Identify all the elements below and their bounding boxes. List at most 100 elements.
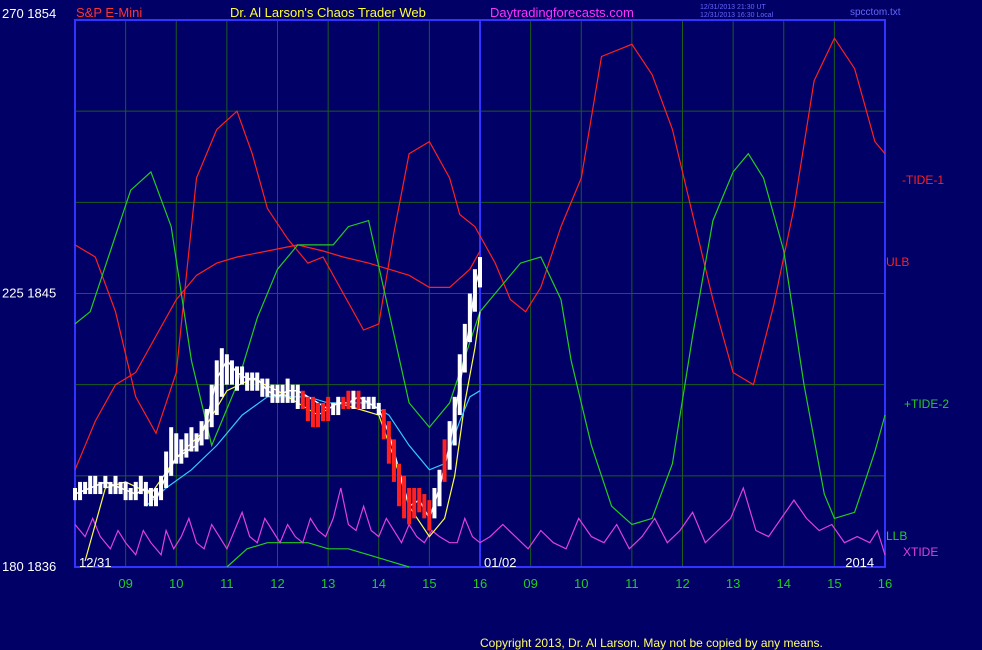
- price-bar: [275, 384, 280, 403]
- timestamp-ut: 12/31/2013 21:30 UT: [700, 4, 766, 11]
- price-bar: [143, 481, 148, 507]
- copyright-notice: Copyright 2013, Dr. Al Larson. May not b…: [480, 636, 823, 650]
- price-bar: [386, 421, 391, 464]
- chart-title: Dr. Al Larson's Chaos Trader Web: [230, 5, 426, 20]
- x-tick-label: 15: [827, 576, 841, 591]
- price-bar: [326, 396, 331, 422]
- price-bar: [184, 433, 189, 458]
- legend-label-llb: LLB: [886, 529, 907, 543]
- y-tick-label: 180 1836: [2, 559, 56, 574]
- x-tick-label: 15: [422, 576, 436, 591]
- price-bar: [169, 427, 174, 476]
- x-tick-label: 09: [118, 576, 132, 591]
- x-tick-label: 16: [473, 576, 487, 591]
- price-bar: [442, 439, 447, 482]
- price-bar: [108, 481, 113, 495]
- price-bar: [300, 390, 305, 409]
- price-bar: [103, 475, 108, 488]
- price-bar: [159, 475, 164, 501]
- price-bar: [336, 396, 341, 416]
- price-bar: [255, 372, 260, 391]
- price-bar: [189, 427, 194, 452]
- y-tick-label: 270 1854: [2, 6, 56, 21]
- price-bar: [224, 354, 229, 385]
- price-bar: [98, 481, 103, 495]
- price-bar: [427, 500, 432, 531]
- legend-label-xtide: XTIDE: [903, 545, 938, 559]
- price-bar: [179, 439, 184, 464]
- price-bar: [250, 372, 255, 391]
- price-bar: [290, 384, 295, 403]
- x-tick-label: 12: [270, 576, 284, 591]
- price-bar: [321, 402, 326, 422]
- price-bar: [280, 384, 285, 403]
- timestamp-local: 12/31/2013 16:30 Local: [700, 12, 774, 19]
- price-bar: [260, 378, 265, 397]
- price-bar: [346, 390, 351, 409]
- site-link[interactable]: Daytradingforecasts.com: [490, 5, 634, 20]
- x-tick-label: 14: [777, 576, 791, 591]
- price-bar: [209, 384, 214, 428]
- price-bar: [422, 494, 427, 519]
- price-bar: [478, 257, 482, 288]
- price-bar: [310, 396, 315, 428]
- price-bar: [270, 384, 275, 403]
- price-bar: [462, 323, 467, 373]
- price-bar: [164, 451, 169, 488]
- x-tick-label: 12: [675, 576, 689, 591]
- date-label: 2014: [845, 555, 874, 570]
- price-bar: [472, 269, 477, 312]
- price-bar: [305, 396, 310, 422]
- price-bar: [154, 487, 158, 507]
- x-tick-label: 11: [220, 576, 234, 591]
- price-bar: [285, 378, 290, 403]
- price-bar: [391, 439, 396, 482]
- price-bar: [204, 408, 209, 440]
- price-bar: [240, 366, 245, 385]
- x-tick-label: 10: [574, 576, 588, 591]
- price-bar: [245, 372, 250, 391]
- price-bar: [381, 408, 386, 440]
- legend-label--tide-2: +TIDE-2: [904, 397, 949, 411]
- price-bar: [73, 487, 77, 501]
- price-bar: [316, 402, 320, 428]
- x-tick-label: 13: [321, 576, 335, 591]
- price-bar: [452, 396, 457, 446]
- price-bar: [235, 366, 239, 391]
- price-bar: [437, 469, 442, 507]
- price-bar: [366, 396, 371, 409]
- price-bar: [351, 390, 356, 409]
- price-bar: [432, 487, 437, 519]
- price-bar: [113, 475, 118, 495]
- price-bar: [118, 481, 123, 495]
- price-bar: [356, 390, 361, 409]
- price-bar: [457, 354, 462, 416]
- price-bar: [397, 463, 401, 507]
- chart-symbol: S&P E-Mini: [76, 5, 142, 20]
- price-bar: [93, 475, 98, 495]
- price-bar: [194, 433, 199, 452]
- price-bar: [174, 433, 179, 464]
- price-bar: [214, 360, 219, 416]
- price-bar: [123, 481, 128, 501]
- x-tick-label: 09: [523, 576, 537, 591]
- price-bar: [295, 384, 300, 409]
- price-bar: [88, 475, 93, 495]
- legend-label-ulb: ULB: [886, 255, 909, 269]
- legend-label--tide-1: -TIDE-1: [902, 173, 944, 187]
- price-bar: [229, 360, 234, 385]
- price-bar: [412, 487, 417, 519]
- price-bar: [417, 487, 422, 513]
- price-bar: [138, 475, 143, 495]
- data-filename: spcctom.txt: [850, 7, 901, 18]
- price-bar: [78, 481, 83, 501]
- price-bar: [447, 421, 452, 470]
- x-tick-label: 10: [169, 576, 183, 591]
- x-tick-label: 11: [625, 576, 639, 591]
- price-bar: [402, 475, 407, 519]
- price-bar: [341, 396, 346, 409]
- price-bar: [133, 481, 138, 501]
- price-bar: [148, 487, 153, 507]
- price-bar: [265, 378, 270, 397]
- date-label: 01/02: [484, 555, 517, 570]
